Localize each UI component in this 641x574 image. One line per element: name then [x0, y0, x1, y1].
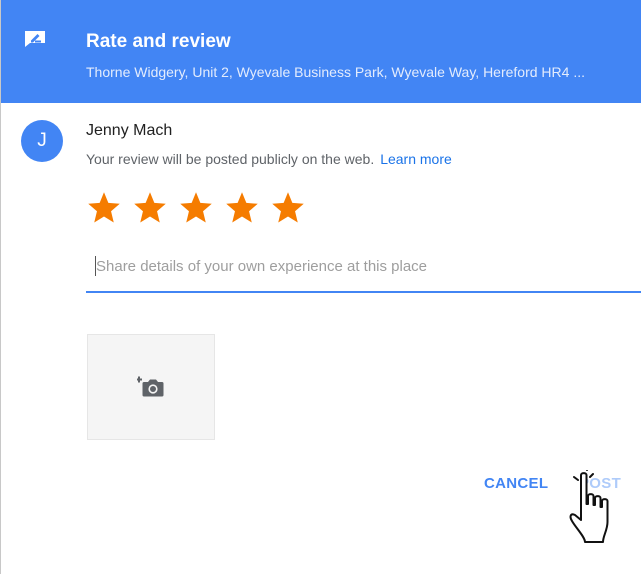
avatar-initial: J [37, 130, 47, 151]
hand-pointer-icon [569, 470, 609, 543]
user-name: Jenny Mach [86, 122, 173, 139]
dialog-header: Rate and review Thorne Widgery, Unit 2, … [1, 0, 641, 103]
learn-more-link[interactable]: Learn more [380, 151, 452, 167]
review-dialog: Rate and review Thorne Widgery, Unit 2, … [0, 0, 641, 574]
place-address: Thorne Widgery, Unit 2, Wyevale Business… [86, 64, 585, 80]
edit-review-icon [25, 31, 45, 47]
public-notice-text: Your review will be posted publicly on t… [86, 151, 375, 167]
public-notice: Your review will be posted publicly on t… [86, 151, 452, 167]
review-input[interactable] [96, 252, 626, 280]
star-icon[interactable] [224, 190, 260, 226]
star-icon[interactable] [270, 190, 306, 226]
dialog-title: Rate and review [86, 31, 231, 52]
add-photo-icon [137, 376, 164, 397]
star-icon[interactable] [132, 190, 168, 226]
star-icon[interactable] [178, 190, 214, 226]
star-icon[interactable] [86, 190, 122, 226]
star-rating[interactable] [86, 190, 316, 226]
avatar: J [21, 120, 63, 162]
review-input-underline [86, 291, 641, 293]
cancel-button[interactable]: CANCEL [484, 475, 548, 492]
